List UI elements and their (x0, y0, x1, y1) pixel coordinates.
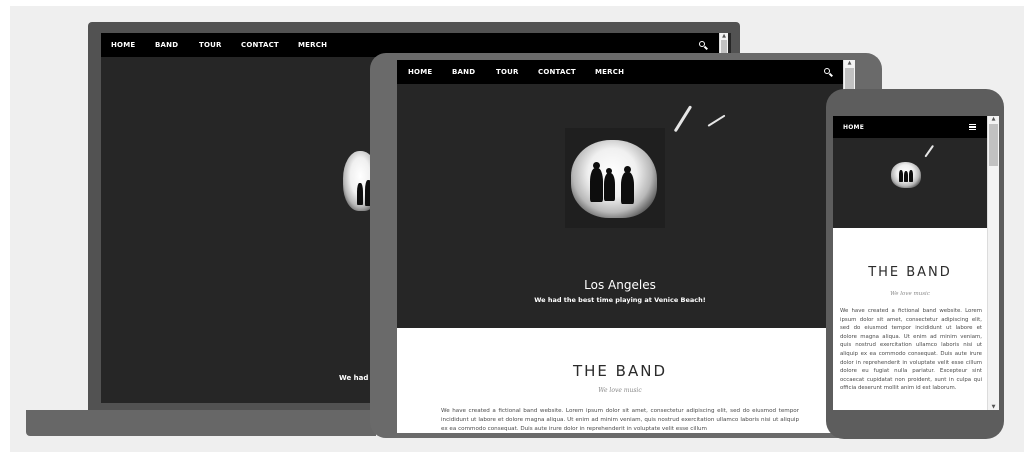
laptop-base (26, 410, 376, 436)
nav-merch[interactable]: MERCH (595, 68, 624, 76)
nav-home[interactable]: HOME (843, 124, 864, 131)
nav-home[interactable]: HOME (111, 41, 135, 49)
light-streak (707, 114, 726, 127)
tablet-hero-image (565, 128, 665, 228)
phone-screen: HOME ▲ ▼ THE BAND We love music We have … (833, 116, 999, 410)
hero-caption: We had the best time playing at Venice B… (534, 296, 706, 304)
band-subtitle: We love music (598, 387, 642, 394)
phone-scrollbar[interactable]: ▲ ▼ (987, 116, 999, 410)
band-title: THE BAND (572, 362, 667, 380)
nav-band[interactable]: BAND (452, 68, 475, 76)
search-icon[interactable] (824, 68, 833, 77)
nav-home[interactable]: HOME (408, 68, 432, 76)
nav-tour[interactable]: TOUR (199, 41, 222, 49)
tablet-screen: HOME BAND TOUR CONTACT MERCH ▲ Los Angel… (397, 60, 855, 433)
nav-merch[interactable]: MERCH (298, 41, 327, 49)
hamburger-icon[interactable] (969, 124, 976, 130)
hero-city: Los Angeles (584, 278, 656, 292)
nav-tour[interactable]: TOUR (496, 68, 519, 76)
nav-contact[interactable]: CONTACT (241, 41, 279, 49)
band-description: We have created a fictional band website… (840, 308, 982, 392)
nav-band[interactable]: BAND (155, 41, 178, 49)
band-subtitle: We love music (890, 291, 930, 297)
phone-hero (833, 138, 987, 228)
tablet-hero: Los Angeles We had the best time playing… (397, 84, 843, 328)
band-title: THE BAND (868, 265, 952, 280)
band-description: We have created a fictional band website… (441, 408, 799, 432)
search-icon[interactable] (699, 41, 708, 50)
tablet-navbar: HOME BAND TOUR CONTACT MERCH (397, 60, 843, 84)
nav-contact[interactable]: CONTACT (538, 68, 576, 76)
light-streak (924, 144, 934, 158)
phone-navbar: HOME (833, 116, 987, 138)
light-streak (673, 105, 693, 133)
phone-hero-image (889, 158, 923, 192)
